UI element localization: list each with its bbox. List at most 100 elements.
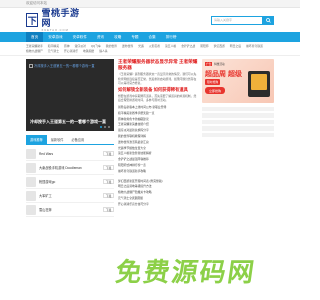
- ad-product-image: [248, 71, 270, 97]
- list-item: [202, 132, 274, 137]
- news-item[interactable]: 崩坏星穹铁道新手攻略: [118, 169, 198, 175]
- ad-button[interactable]: 立即抢购: [205, 87, 226, 94]
- broken-image-icon: [29, 63, 33, 68]
- logo-text: 雪桃手游网 XUETAO.COM: [41, 9, 83, 32]
- headline2-link[interactable]: 如何解锁全新装备 如何获得稀有道具: [118, 87, 198, 93]
- list-item[interactable]: 大军矿工 下载: [26, 189, 114, 203]
- headline-link[interactable]: 王者荣耀服务器状态显示异常 王者荣耀服务器: [118, 59, 198, 71]
- tag-link[interactable]: 元气骑士: [48, 49, 59, 53]
- tag-link[interactable]: 王者荣耀助手: [26, 44, 43, 48]
- ad-top: 广告 特惠活动: [205, 62, 225, 66]
- download-button[interactable]: 下载: [103, 151, 114, 156]
- nav-android-software[interactable]: 安卓软件: [68, 32, 92, 42]
- logo-mark: 下: [26, 13, 39, 27]
- search-icon: [266, 17, 271, 23]
- list-item[interactable]: Red Wars 下载: [26, 147, 114, 161]
- nav-news[interactable]: 资讯: [92, 32, 109, 42]
- download-button[interactable]: 下载: [103, 179, 114, 184]
- download-button[interactable]: 下载: [103, 165, 114, 170]
- tag-link[interactable]: 金铲铲之战: [181, 44, 195, 48]
- nav-guides[interactable]: 攻略: [109, 32, 126, 42]
- ad-title: 超品周 超级: [205, 71, 242, 78]
- watermark-text: 免费源码网: [113, 258, 258, 288]
- tag-link[interactable]: 明日之后: [230, 44, 241, 48]
- app-icon: [26, 190, 36, 201]
- app-name: 大秦战役手机游戏 Doodleman: [39, 166, 82, 170]
- download-button[interactable]: 下载: [103, 207, 114, 212]
- tag-link[interactable]: 开心消消乐: [64, 49, 78, 53]
- tag-link[interactable]: QQ飞车: [91, 44, 101, 48]
- slider-dots: [99, 125, 110, 128]
- nav-topics[interactable]: 专题: [126, 32, 143, 42]
- tag-link[interactable]: 光遇: [138, 44, 144, 48]
- app-name: 雪山狂奔: [39, 208, 52, 212]
- nav-rankings[interactable]: 排行榜: [161, 32, 182, 42]
- hot-tags: 王者荣耀助手 和平精英 原神 蛋仔派对 QQ飞车 我的世界 迷你世界 光遇 火影…: [0, 42, 300, 56]
- main-nav: 首页 安卓游戏 安卓软件 资讯 攻略 专题 合集 排行榜: [0, 32, 300, 42]
- search-bar: 请输入关键字: [211, 15, 274, 25]
- main-content: 冷却按手入王道第五一的一看哪个游戏一直 冷却按手入王道第五一的一看哪个游戏一直 …: [0, 56, 300, 217]
- nav-android-games[interactable]: 安卓游戏: [43, 32, 67, 42]
- tag-link[interactable]: 第五人格: [165, 44, 176, 48]
- tab-game-recommend[interactable]: 游戏推荐: [26, 135, 47, 144]
- ad-banner[interactable]: 广告 特惠活动 超品周 超级 限时抢购 立即抢购: [202, 59, 274, 103]
- app-icon: [26, 204, 36, 215]
- tag-link[interactable]: 迷你世界: [122, 44, 133, 48]
- app-name: 大军矿工: [39, 194, 52, 198]
- tag-link[interactable]: 火影忍者: [149, 44, 160, 48]
- news-item[interactable]: 开心消消乐高分技巧分享: [118, 202, 198, 208]
- welcome-text: 欢迎访问本站: [26, 1, 47, 5]
- hero-caption[interactable]: 冷却按手入王道第五一的一看哪个游戏一直: [30, 119, 110, 125]
- app-name: Red Wars: [39, 151, 54, 156]
- middle-column: 王者荣耀服务器状态显示异常 王者荣耀服务器 《王者荣耀》遇到服务器状态一直显示异…: [118, 59, 198, 217]
- slider-dot[interactable]: [107, 125, 110, 128]
- top-strip: 欢迎访问本站: [0, 0, 300, 8]
- nav-collections[interactable]: 合集: [144, 32, 161, 42]
- list-item: [202, 126, 274, 131]
- tag-link[interactable]: 我的世界: [106, 44, 117, 48]
- header: 下 雪桃手游网 XUETAO.COM 请输入关键字: [0, 8, 300, 32]
- list-item[interactable]: 雪山狂奔 下载: [26, 203, 114, 217]
- tab-latest-software[interactable]: 最新软件: [47, 135, 68, 144]
- search-button[interactable]: [263, 15, 274, 25]
- bottom-news-list: 梦幻西游新区开服时间表 (附完整版) 明日之后营地等级提升方法 植物大战僵尸隐藏…: [118, 179, 198, 208]
- app-list: Red Wars 下载 大秦战役手机游戏 Doodleman 下载 枪囧游戏go…: [26, 147, 114, 217]
- tag-link[interactable]: 崩坏星穹铁道: [246, 44, 263, 48]
- tag-link[interactable]: 狼人杀: [99, 49, 107, 53]
- app-icon: [26, 162, 36, 173]
- hero-slider[interactable]: 冷却按手入王道第五一的一看哪个游戏一直 冷却按手入王道第五一的一看哪个游戏一直: [26, 59, 114, 131]
- search-input[interactable]: 请输入关键字: [211, 15, 263, 25]
- logo-name: 雪桃手游网: [41, 8, 80, 29]
- hero-image: 冷却按手入王道第五一的一看哪个游戏一直: [29, 63, 95, 68]
- slider-dot[interactable]: [99, 125, 102, 128]
- headline2-description: 想要在游戏中获取稀有道具，首先需要了解道具的掉落机制，然后合理安排游戏时间，多参…: [118, 93, 197, 103]
- ad-tag: 广告: [205, 62, 213, 66]
- ad-badge: 限时抢购: [205, 79, 221, 85]
- list-item[interactable]: 大秦战役手机游戏 Doodleman 下载: [26, 161, 114, 175]
- list-item[interactable]: 枪囧游戏go 下载: [26, 175, 114, 189]
- tag-link[interactable]: 地铁跑酷: [83, 49, 94, 53]
- right-column: 广告 特惠活动 超品周 超级 限时抢购 立即抢购: [202, 59, 274, 217]
- news-list: 冒险岛新版本上线时间公布 新职业登场 和平精英新赛季手册奖励一览 原神新角色卡池…: [118, 105, 198, 175]
- site-logo[interactable]: 下 雪桃手游网 XUETAO.COM: [26, 9, 83, 32]
- tag-link[interactable]: 和平精英: [48, 44, 59, 48]
- nav-home[interactable]: 首页: [26, 32, 44, 42]
- left-column: 冷却按手入王道第五一的一看哪个游戏一直 冷却按手入王道第五一的一看哪个游戏一直 …: [26, 59, 114, 217]
- right-placeholder-list: [202, 107, 274, 137]
- slider-dot[interactable]: [103, 125, 106, 128]
- tag-link[interactable]: 阴阳师: [200, 44, 208, 48]
- app-tabs: 游戏推荐 最新软件 必备应用: [26, 135, 114, 145]
- list-item: [202, 107, 274, 112]
- hero-image-alt: 冷却按手入王道第五一的一看哪个游戏一直: [34, 64, 95, 68]
- list-item: [202, 113, 274, 118]
- tag-link[interactable]: 原神: [64, 44, 70, 48]
- tag-link[interactable]: 植物大战僵尸: [26, 49, 43, 53]
- app-name: 枪囧游戏go: [39, 180, 56, 184]
- headline-description: 《王者荣耀》遇到服务器状态一直显示异常的情况，我们可以先检查网络连接是否正常，然…: [118, 72, 197, 86]
- download-button[interactable]: 下载: [103, 193, 114, 198]
- list-item: [202, 119, 274, 125]
- tab-essential-apps[interactable]: 必备应用: [68, 135, 89, 144]
- tag-link[interactable]: 蛋仔派对: [75, 44, 86, 48]
- app-icon: [26, 148, 36, 159]
- tag-link[interactable]: 梦幻西游: [214, 44, 225, 48]
